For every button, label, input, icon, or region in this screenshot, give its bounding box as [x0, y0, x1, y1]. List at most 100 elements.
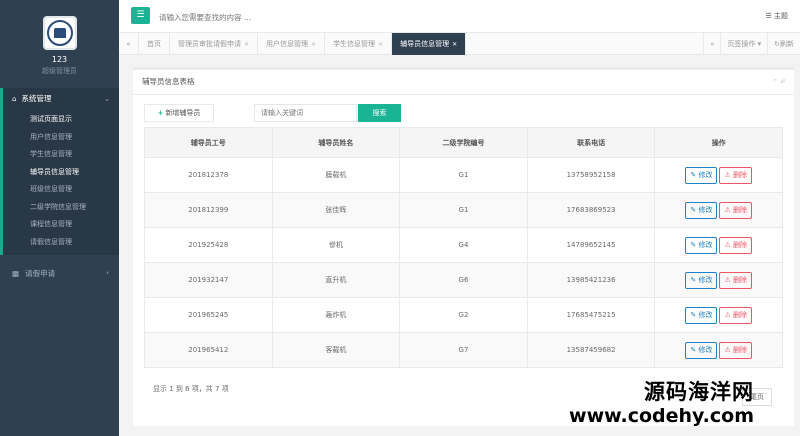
tab-leave-approval[interactable]: 管理员审批请假申请 ✕ — [170, 33, 259, 55]
sidebar: 123 超级管理员 ⌂ 系统管理 ⌄ 测试页面显示 用户信息管理 学生信息管理 … — [0, 0, 119, 436]
table-row[interactable]: 201812399 张佳辉 G1 17683869523 ✎ 修改 ⚠ 删除 — [144, 192, 783, 228]
theme-label: 主题 — [774, 12, 788, 20]
table-row[interactable]: 201812378 膜载机 G1 13758952158 ✎ 修改 ⚠ 删除 — [144, 157, 783, 193]
chevron-down-icon: ⌄ — [104, 94, 110, 103]
refresh-label: 刷新 — [780, 40, 794, 48]
edit-button[interactable]: ✎ 修改 — [685, 201, 718, 219]
warning-icon: ⚠ — [724, 275, 731, 284]
avatar[interactable] — [42, 16, 77, 50]
theme-button[interactable]: ☰ 主题 — [765, 11, 788, 21]
nav-submenu: 测试页面显示 用户信息管理 学生信息管理 辅导员信息管理 班级信息管理 二级学院… — [0, 109, 119, 255]
topbar: ☰ ☰ 主题 — [119, 0, 800, 33]
warning-icon: ⚠ — [724, 310, 731, 319]
sidebar-item-classes[interactable]: 班级信息管理 — [3, 181, 119, 199]
edit-button[interactable]: ✎ 修改 — [685, 306, 718, 324]
edit-label: 修改 — [698, 170, 713, 179]
delete-button[interactable]: ⚠ 删除 — [719, 166, 752, 184]
sidebar-item-leaves[interactable]: 请假信息管理 — [3, 234, 119, 252]
sidebar-item-students[interactable]: 学生信息管理 — [3, 146, 119, 164]
tab-label: 辅导员信息管理 — [400, 40, 450, 48]
warning-icon: ⚠ — [724, 240, 731, 249]
cell-college: G4 — [399, 227, 528, 263]
sidebar-item-test-page[interactable]: 测试页面显示 — [3, 111, 119, 129]
sidebar-item-courses[interactable]: 课程信息管理 — [3, 216, 119, 234]
tab-home[interactable]: 首页 — [139, 33, 170, 55]
delete-label: 删除 — [733, 275, 747, 284]
cell-phone: 13587459682 — [526, 332, 656, 368]
cell-actions: ✎ 修改 ⚠ 删除 — [654, 192, 783, 228]
cell-id: 201812378 — [144, 157, 273, 193]
edit-button[interactable]: ✎ 修改 — [685, 271, 718, 289]
close-icon[interactable]: ✕ — [452, 41, 457, 48]
menu-toggle-button[interactable]: ☰ — [131, 7, 150, 24]
tab-users[interactable]: 用户信息管理 ✕ — [258, 33, 326, 55]
tab-scroll-left-button[interactable]: « — [119, 33, 139, 55]
table-row[interactable]: 201932147 直升机 G6 13985421236 ✎ 修改 ⚠ 删除 — [144, 262, 783, 298]
counselor-panel: 辅导员信息表格 ⌃ ✐ +新增辅导员 搜索 辅导员工号 辅导员姓名 二级学院编号… — [133, 67, 794, 426]
counselor-table: 辅导员工号 辅导员姓名 二级学院编号 联系电话 操作 201812378 膜载机 G… — [144, 127, 783, 368]
table-header-row: 辅导员工号 辅导员姓名 二级学院编号 联系电话 操作 — [144, 127, 783, 158]
cell-id: 201965412 — [144, 332, 273, 368]
global-search-input[interactable] — [159, 9, 459, 25]
delete-button[interactable]: ⚠ 删除 — [719, 236, 752, 254]
close-icon[interactable]: ✕ — [378, 41, 383, 48]
edit-icon: ✎ — [690, 275, 697, 284]
delete-button[interactable]: ⚠ 删除 — [719, 201, 752, 219]
close-icon[interactable]: ✕ — [244, 41, 249, 48]
edit-icon: ✎ — [690, 205, 697, 214]
edit-icon: ✎ — [690, 310, 697, 319]
keyword-input[interactable] — [254, 104, 357, 122]
tab-label: 管理员审批请假申请 — [178, 40, 241, 48]
delete-button[interactable]: ⚠ 删除 — [719, 341, 752, 359]
tab-bar: « 首页 管理员审批请假申请 ✕ 用户信息管理 ✕ 学生信息管理 ✕ 辅导员信息管理 ✕… — [119, 33, 800, 55]
user-name[interactable]: 123 — [0, 55, 119, 64]
tab-counselors[interactable]: 辅导员信息管理 ✕ — [392, 33, 467, 55]
tab-ops-label: 页签操作 — [727, 40, 756, 48]
tabs: 首页 管理员审批请假申请 ✕ 用户信息管理 ✕ 学生信息管理 ✕ 辅导员信息管理 ✕ — [139, 33, 467, 55]
refresh-button[interactable]: ↻刷新 — [767, 33, 800, 55]
close-icon[interactable]: ✕ — [311, 41, 316, 48]
sidebar-item-colleges[interactable]: 二级学院信息管理 — [3, 199, 119, 217]
table-row[interactable]: 201925428 慘机 G4 14789652145 ✎ 修改 ⚠ 删除 — [144, 227, 783, 263]
wrench-icon[interactable]: ✐ — [780, 78, 786, 86]
edit-button[interactable]: ✎ 修改 — [685, 166, 718, 184]
theme-icon: ☰ — [765, 12, 772, 20]
school-logo-icon — [46, 20, 73, 46]
edit-button[interactable]: ✎ 修改 — [685, 236, 718, 254]
tab-scroll-right-button[interactable]: » — [703, 33, 720, 55]
collapse-icon[interactable]: ⌃ — [772, 78, 778, 86]
cell-phone: 17683869523 — [526, 192, 656, 228]
col-header-id[interactable]: 辅导员工号 — [144, 127, 273, 158]
nav-system-management[interactable]: ⌂ 系统管理 ⌄ — [0, 88, 119, 109]
profile: 123 超级管理员 — [0, 0, 119, 88]
col-header-phone[interactable]: 联系电话 — [526, 127, 656, 158]
cell-name: 轰炸机 — [271, 297, 401, 333]
delete-button[interactable]: ⚠ 删除 — [719, 271, 752, 289]
table-row[interactable]: 201965412 客载机 G7 13587459682 ✎ 修改 ⚠ 删除 — [144, 332, 783, 368]
delete-button[interactable]: ⚠ 删除 — [719, 306, 752, 324]
search-button[interactable]: 搜索 — [358, 104, 401, 122]
col-header-name[interactable]: 辅导员姓名 — [271, 127, 401, 158]
tab-students[interactable]: 学生信息管理 ✕ — [325, 33, 393, 55]
edit-button[interactable]: ✎ 修改 — [685, 341, 718, 359]
tab-ops-dropdown[interactable]: 页签操作 ▾ — [720, 33, 767, 55]
cell-name: 直升机 — [271, 262, 401, 298]
add-counselor-label: 新增辅导员 — [165, 109, 201, 117]
delete-label: 删除 — [733, 205, 747, 214]
cell-college: G1 — [399, 192, 528, 228]
sidebar-item-counselors[interactable]: 辅导员信息管理 — [3, 164, 119, 182]
cell-college: G7 — [399, 332, 528, 368]
cell-actions: ✎ 修改 ⚠ 删除 — [654, 262, 783, 298]
nav-leave-request[interactable]: ▩ 请假申请 ‹ — [0, 261, 119, 285]
cell-name: 慘机 — [271, 227, 401, 263]
sidebar-item-users[interactable]: 用户信息管理 — [3, 129, 119, 147]
cell-college: G6 — [399, 262, 528, 298]
add-counselor-button[interactable]: + 新增辅导员 — [144, 104, 214, 122]
cell-phone: 13758952158 — [526, 157, 656, 193]
col-header-college[interactable]: 二级学院编号 — [399, 127, 528, 158]
edit-icon: ✎ — [690, 240, 697, 249]
menu-icon: ☰ — [136, 10, 145, 20]
table-row[interactable]: 201965245 轰炸机 G2 17685475215 ✎ 修改 ⚠ 删除 — [144, 297, 783, 333]
tab-label: 用户信息管理 — [266, 40, 309, 48]
cell-id: 201925428 — [144, 227, 273, 263]
